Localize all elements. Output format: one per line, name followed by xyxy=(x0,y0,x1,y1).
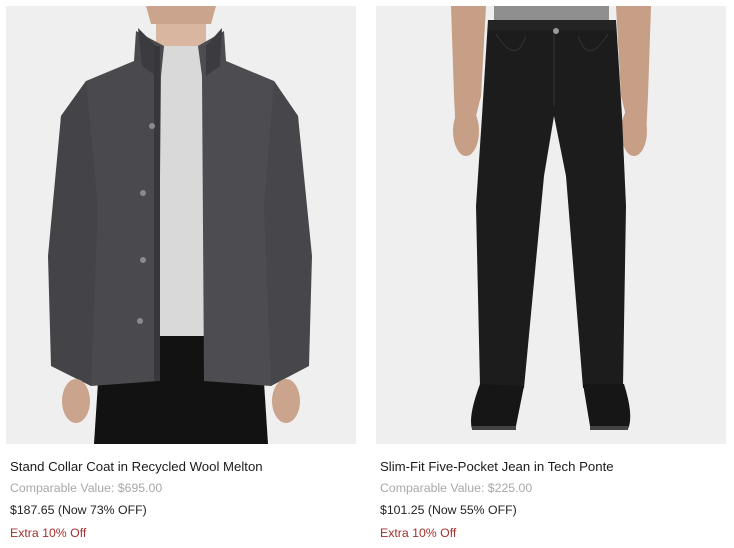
comparable-value: Comparable Value: $225.00 xyxy=(380,481,533,495)
coat-image[interactable] xyxy=(6,6,356,444)
jean-image[interactable] xyxy=(376,6,726,444)
sale-price: $101.25 (Now 55% OFF) xyxy=(380,503,517,517)
product-title[interactable]: Slim-Fit Five-Pocket Jean in Tech Ponte xyxy=(380,459,726,475)
product-info: Slim-Fit Five-Pocket Jean in Tech Ponte … xyxy=(376,459,726,541)
product-info: Stand Collar Coat in Recycled Wool Melto… xyxy=(6,459,356,541)
coat-illustration xyxy=(48,6,312,444)
promo-label: Extra 10% Off xyxy=(10,526,87,540)
comparable-value: Comparable Value: $695.00 xyxy=(10,481,163,495)
jean-illustration xyxy=(451,6,651,430)
promo-label: Extra 10% Off xyxy=(380,526,457,540)
product-grid: Stand Collar Coat in Recycled Wool Melto… xyxy=(0,0,734,548)
sale-price: $187.65 (Now 73% OFF) xyxy=(10,503,147,517)
product-title[interactable]: Stand Collar Coat in Recycled Wool Melto… xyxy=(10,459,356,475)
product-card[interactable]: Stand Collar Coat in Recycled Wool Melto… xyxy=(6,0,356,541)
product-card[interactable]: Slim-Fit Five-Pocket Jean in Tech Ponte … xyxy=(376,0,726,541)
